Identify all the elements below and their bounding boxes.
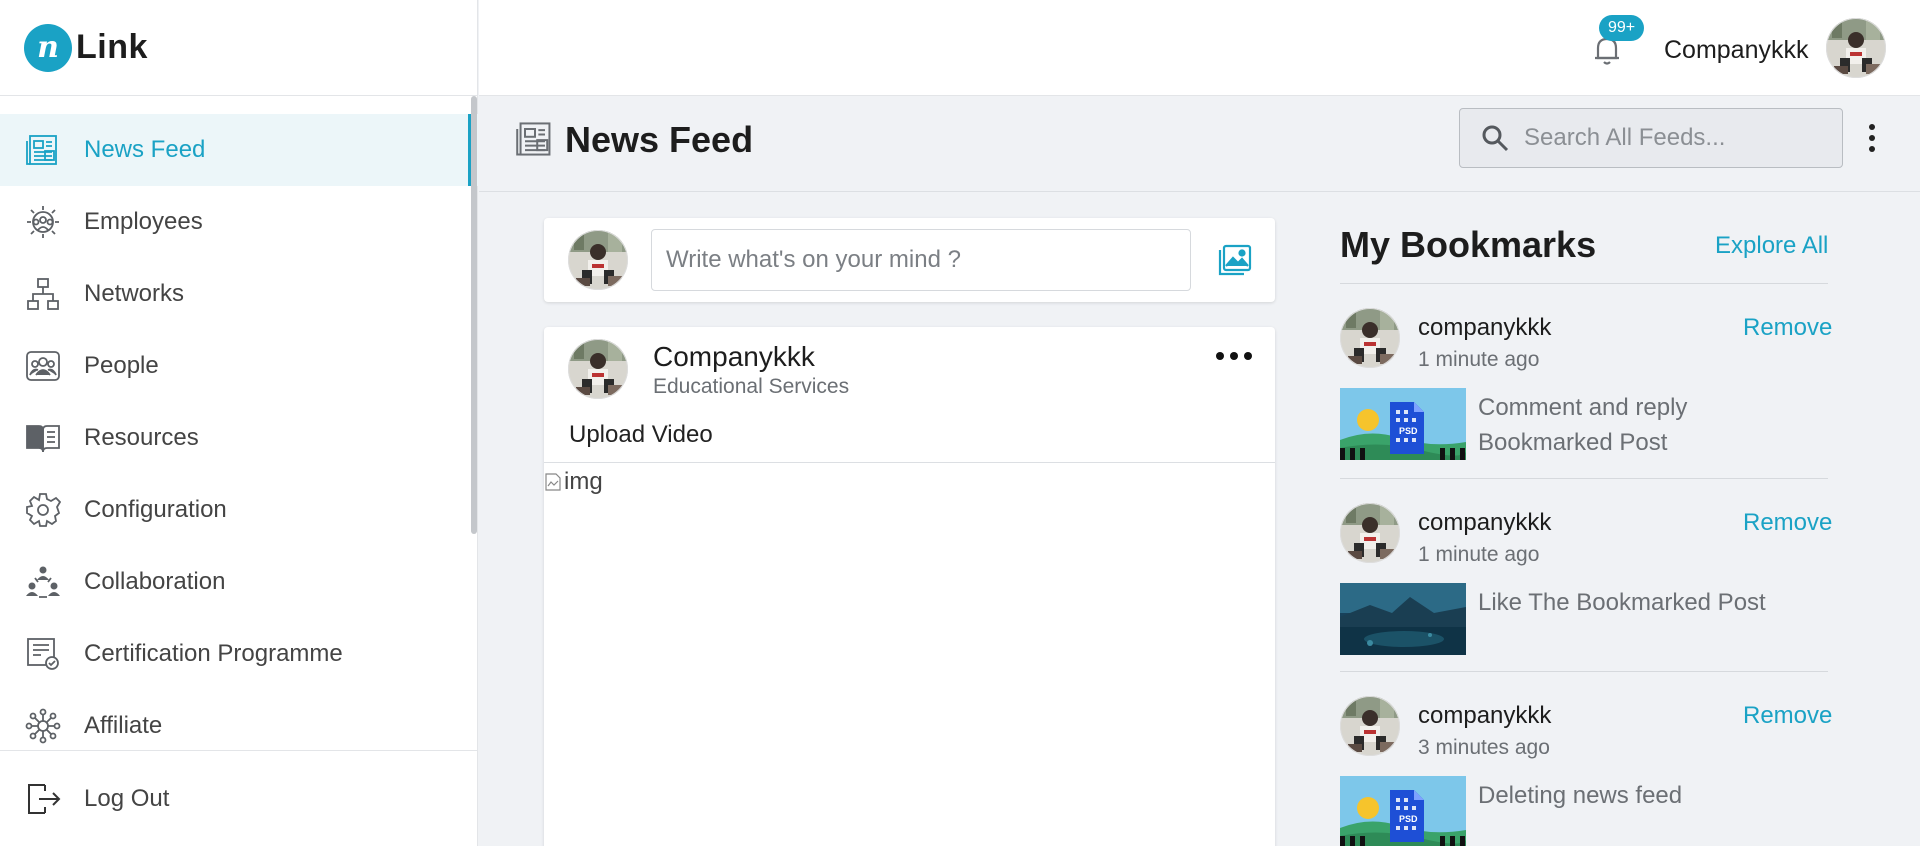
image-alt-text: img: [564, 468, 603, 495]
certificate-icon: [24, 635, 62, 673]
logo-text: Link: [76, 28, 148, 66]
news-icon: [516, 122, 551, 156]
logout-label: Log Out: [84, 784, 170, 812]
divider: [1340, 671, 1828, 672]
network-icon: [24, 275, 62, 313]
book-icon: [24, 419, 62, 457]
post-author[interactable]: Companykkk: [653, 341, 815, 373]
bookmark-thumbnail: [1340, 776, 1466, 846]
bookmark-author: companykkk: [1418, 509, 1552, 536]
sidebar-item-certification[interactable]: Certification Programme: [0, 618, 478, 690]
bookmark-author: companykkk: [1418, 702, 1552, 729]
remove-bookmark-button[interactable]: Remove: [1743, 702, 1832, 730]
sidebar-item-label: Configuration: [84, 496, 227, 523]
user-name[interactable]: Companykkk: [1664, 36, 1809, 65]
logo[interactable]: n Link: [0, 0, 477, 96]
user-avatar[interactable]: [1826, 18, 1886, 78]
bookmark-item[interactable]: companykkk 1 minute ago Remove Comment a…: [1340, 308, 1832, 488]
bookmark-thumbnail: [1340, 583, 1466, 655]
affiliate-icon: [24, 707, 62, 745]
employees-icon: [24, 203, 62, 241]
search-input[interactable]: [1524, 124, 1824, 152]
sidebar-item-label: People: [84, 352, 159, 379]
logout-icon: [24, 780, 62, 818]
bookmarks-title: My Bookmarks: [1340, 224, 1597, 265]
feed-post: Companykkk Educational Services Upload V…: [544, 327, 1275, 846]
avatar: [1340, 696, 1400, 756]
sidebar-item-employees[interactable]: Employees: [0, 186, 478, 258]
sidebar-item-label: Affiliate: [84, 712, 163, 739]
post-image[interactable]: img: [544, 468, 603, 496]
notification-badge: 99+: [1599, 15, 1645, 41]
sidebar-item-label: Networks: [84, 280, 185, 307]
remove-bookmark-button[interactable]: Remove: [1743, 509, 1832, 537]
gear-icon: [24, 491, 62, 529]
sidebar-item-resources[interactable]: Resources: [0, 402, 478, 474]
bookmark-text: Comment and reply Bookmarked Post: [1478, 394, 1688, 456]
avatar: [568, 230, 628, 290]
composer-input[interactable]: [651, 229, 1191, 291]
bookmark-author: companykkk: [1418, 314, 1552, 341]
sidebar-item-label: News Feed: [84, 136, 206, 163]
collaboration-icon: [24, 563, 62, 601]
sidebar-item-label: Collaboration: [84, 568, 226, 595]
sidebar-item-configuration[interactable]: Configuration: [0, 474, 478, 546]
divider: [1340, 478, 1828, 479]
bookmark-text: Deleting news feed: [1478, 782, 1683, 809]
avatar[interactable]: [568, 339, 628, 399]
logout-button[interactable]: Log Out: [0, 750, 478, 846]
sidebar: n Link News Feed Employees Networks Peop…: [0, 0, 478, 846]
avatar: [1340, 503, 1400, 563]
search-icon: [1482, 125, 1509, 152]
sidebar-item-label: Employees: [84, 208, 203, 235]
sidebar-nav: News Feed Employees Networks People Reso…: [0, 114, 478, 746]
bookmark-time: 1 minute ago: [1418, 543, 1540, 566]
page-header: News Feed: [479, 97, 1920, 192]
news-icon: [24, 131, 62, 169]
post-subtitle: Educational Services: [653, 375, 850, 398]
sidebar-item-affiliate[interactable]: Affiliate: [0, 690, 478, 746]
post-composer: [544, 218, 1275, 302]
logo-mark: n: [24, 23, 72, 72]
people-icon: [24, 347, 62, 385]
sidebar-item-label: Resources: [84, 424, 199, 451]
broken-image-icon: [545, 473, 561, 491]
sidebar-scrollbar[interactable]: [471, 96, 477, 534]
avatar: [1340, 308, 1400, 368]
sidebar-item-networks[interactable]: Networks: [0, 258, 478, 330]
divider: [1340, 283, 1828, 284]
search-box: [1459, 108, 1843, 168]
post-text: Upload Video: [569, 421, 713, 448]
bookmark-text: Like The Bookmarked Post: [1478, 589, 1766, 616]
bookmark-time: 3 minutes ago: [1418, 736, 1550, 759]
remove-bookmark-button[interactable]: Remove: [1743, 314, 1832, 342]
explore-all-link[interactable]: Explore All: [1715, 232, 1828, 260]
more-options-icon[interactable]: [1862, 120, 1882, 156]
bookmark-item[interactable]: companykkk 3 minutes ago Remove Deleting…: [1340, 696, 1832, 846]
page-title: News Feed: [565, 119, 754, 160]
bookmark-time: 1 minute ago: [1418, 348, 1540, 371]
image-upload-icon[interactable]: [1214, 240, 1254, 280]
sidebar-item-collaboration[interactable]: Collaboration: [0, 546, 478, 618]
sidebar-item-people[interactable]: People: [0, 330, 478, 402]
divider: [544, 462, 1275, 463]
sidebar-item-news-feed[interactable]: News Feed: [0, 114, 478, 186]
sidebar-item-label: Certification Programme: [84, 640, 343, 667]
bookmark-thumbnail: [1340, 388, 1466, 460]
top-bar: 99+ Companykkk: [479, 0, 1920, 96]
post-options-icon[interactable]: [1216, 349, 1252, 363]
bookmark-item[interactable]: companykkk 1 minute ago Remove Like The …: [1340, 503, 1832, 683]
